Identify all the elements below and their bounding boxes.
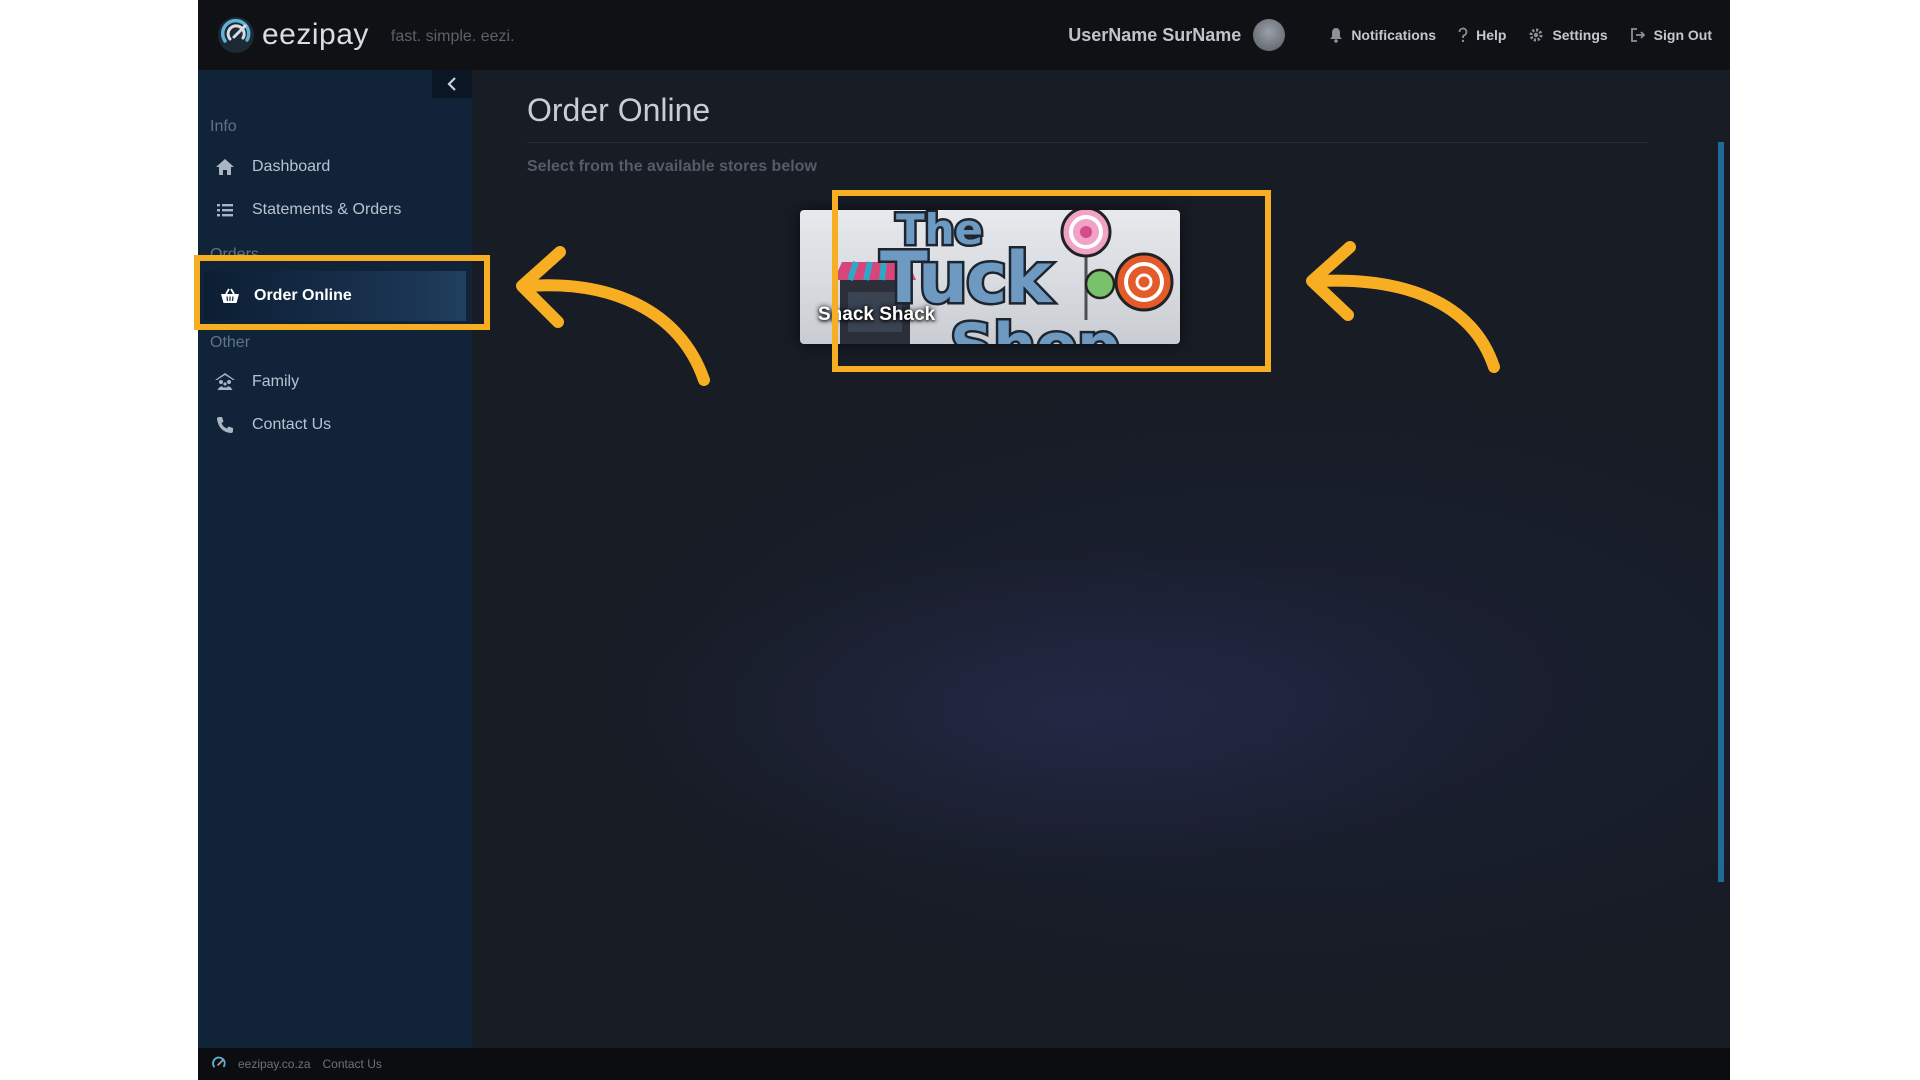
- footer-site-link[interactable]: eezipay.co.za: [238, 1057, 311, 1071]
- sign-out-label: Sign Out: [1653, 27, 1712, 43]
- footer-contact-link[interactable]: Contact Us: [323, 1057, 382, 1071]
- sidebar-collapse-button[interactable]: [432, 70, 472, 98]
- sidebar-section-other: Other: [210, 334, 251, 351]
- eezipay-logo-icon: [212, 1056, 226, 1068]
- chevron-left-icon: [447, 77, 456, 91]
- sidebar-section-info: Info: [210, 118, 237, 135]
- sign-out-link[interactable]: Sign Out: [1630, 27, 1712, 43]
- sidebar-item-label: Dashboard: [252, 158, 331, 175]
- vertical-scrollbar[interactable]: [1718, 142, 1724, 882]
- help-link[interactable]: Help: [1458, 27, 1506, 43]
- highlight-order-online: [194, 255, 490, 330]
- gear-icon: [1529, 28, 1543, 42]
- title-divider: [527, 142, 1647, 143]
- sign-out-icon: [1630, 28, 1645, 42]
- question-icon: [1458, 27, 1468, 43]
- sidebar-item-label: Family: [252, 373, 300, 390]
- settings-label: Settings: [1552, 27, 1608, 43]
- sidebar-item-family[interactable]: Family: [214, 370, 299, 394]
- app-window: eezipay fast. simple. eezi. UserName Sur…: [198, 0, 1730, 1080]
- brand-logo[interactable]: eezipay: [216, 15, 369, 55]
- arrow-left-icon: [516, 246, 710, 386]
- sidebar-item-label: Statements & Orders: [252, 201, 402, 218]
- help-label: Help: [1476, 27, 1507, 43]
- phone-icon: [217, 417, 233, 433]
- home-icon: [216, 159, 234, 175]
- highlight-store-card: [832, 190, 1271, 372]
- sidebar: Info Dashboard Statements & Orders Order…: [198, 70, 472, 1048]
- top-bar-actions: UserName SurName Notifications Help Sett…: [1068, 19, 1712, 51]
- bell-icon: [1330, 28, 1343, 43]
- sidebar-item-contact-us[interactable]: Contact Us: [214, 413, 331, 437]
- notifications-label: Notifications: [1351, 27, 1437, 43]
- user-name[interactable]: UserName SurName: [1068, 25, 1241, 46]
- top-bar: eezipay fast. simple. eezi. UserName Sur…: [198, 0, 1730, 70]
- eezipay-logo-icon: [218, 17, 254, 53]
- notifications-link[interactable]: Notifications: [1329, 27, 1436, 43]
- avatar[interactable]: [1253, 19, 1286, 51]
- sidebar-item-dashboard[interactable]: Dashboard: [214, 155, 330, 179]
- settings-link[interactable]: Settings: [1528, 27, 1608, 43]
- footer: eezipay.co.za Contact Us: [198, 1048, 1730, 1080]
- list-icon: [217, 204, 233, 217]
- brand-tagline: fast. simple. eezi.: [390, 28, 515, 45]
- page-subtitle: Select from the available stores below: [527, 158, 817, 175]
- sidebar-item-label: Contact Us: [252, 416, 332, 433]
- sidebar-item-statements-orders[interactable]: Statements & Orders: [214, 198, 401, 222]
- page-title: Order Online: [527, 92, 711, 128]
- brand-name: eezipay: [262, 18, 369, 51]
- arrow-left-icon: [1306, 241, 1500, 373]
- family-icon: [215, 373, 235, 390]
